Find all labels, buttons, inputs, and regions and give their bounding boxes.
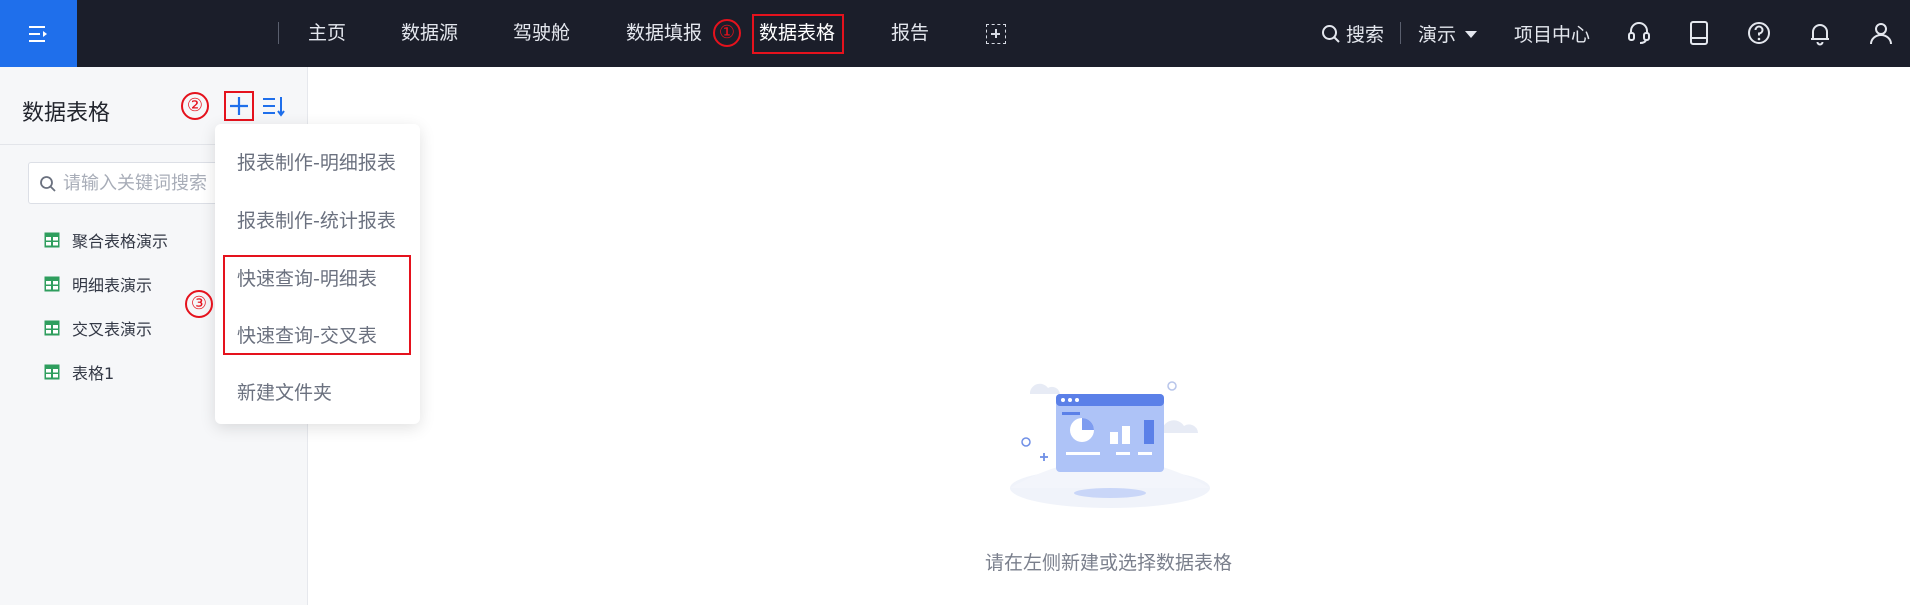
nav-item-datasource[interactable]: 数据源 [401,0,458,67]
list-item-table[interactable]: 表格1 [44,358,114,386]
table-icon [44,276,60,292]
annotation-2: ② [181,92,209,120]
list-item-table[interactable]: 聚合表格演示 [44,226,168,254]
menu-item-quick-query-crosstab[interactable]: 快速查询-交叉表 [237,321,377,348]
empty-state-message: 请在左侧新建或选择数据表格 [985,552,1233,574]
workspace-label: 演示 [1418,24,1457,46]
menu-item-new-folder[interactable]: 新建文件夹 [237,378,332,405]
search-label: 搜索 [1346,24,1385,46]
bell-icon [1811,24,1829,46]
sidebar-title: 数据表格 [22,101,111,126]
list-item-table[interactable]: 明细表演示 [44,270,152,298]
search-button[interactable]: 搜索 [1321,0,1384,67]
nav-item-report[interactable]: 报告 [891,0,929,67]
headset-icon [1628,22,1650,44]
notification-button[interactable] [1805,18,1835,48]
sort-icon[interactable] [262,94,286,118]
menu-toggle-button[interactable] [0,0,77,67]
user-icon [1870,23,1892,45]
add-dropdown-menu: 报表制作-明细报表 报表制作-统计报表 快速查询-明细表 快速查询-交叉表 新建… [215,124,420,424]
menu-item-report-detail[interactable]: 报表制作-明细报表 [237,148,396,175]
caret-down-icon [1465,30,1478,38]
support-button[interactable] [1624,18,1654,48]
table-icon [44,364,60,380]
docs-button[interactable] [1684,18,1714,48]
nav-separator [278,22,279,44]
plus-icon [230,97,248,115]
list-item-label: 聚合表格演示 [72,232,169,251]
help-button[interactable] [1744,18,1774,48]
menu-item-report-statistics[interactable]: 报表制作-统计报表 [237,206,396,233]
empty-state-illustration [1010,381,1210,508]
nav-item-home[interactable]: 主页 [308,0,346,67]
list-item-label: 明细表演示 [72,276,153,295]
annotation-1: ① [713,19,741,47]
project-center-link[interactable]: 项目中心 [1514,0,1590,67]
nav-item-data-table[interactable]: 数据表格 [759,0,835,67]
app-window: 主页 数据源 驾驶舱 数据填报 ① 数据表格 报告 搜索 演示 项目中心 数据表… [0,0,1910,605]
add-tab-icon[interactable] [986,24,1006,44]
nav-item-data-entry[interactable]: 数据填报 [626,0,702,67]
search-icon [1322,24,1340,43]
user-account-button[interactable] [1866,18,1896,48]
list-item-label: 交叉表演示 [72,320,153,339]
nav-item-cockpit[interactable]: 驾驶舱 [513,0,570,67]
table-icon [44,232,60,248]
top-nav-bar: 主页 数据源 驾驶舱 数据填报 ① 数据表格 报告 搜索 演示 项目中心 [0,0,1910,67]
menu-icon [28,25,47,42]
book-icon [1690,21,1708,45]
annotation-3: ③ [185,290,213,318]
add-button[interactable] [224,91,254,121]
search-field-icon [40,176,56,192]
workspace-dropdown[interactable]: 演示 [1418,0,1478,67]
list-item-label: 表格1 [72,364,115,383]
list-item-table[interactable]: 交叉表演示 [44,314,152,342]
menu-item-quick-query-detail[interactable]: 快速查询-明细表 [237,264,377,291]
help-icon [1748,22,1770,44]
table-icon [44,320,60,336]
nav-separator-right [1400,22,1401,44]
